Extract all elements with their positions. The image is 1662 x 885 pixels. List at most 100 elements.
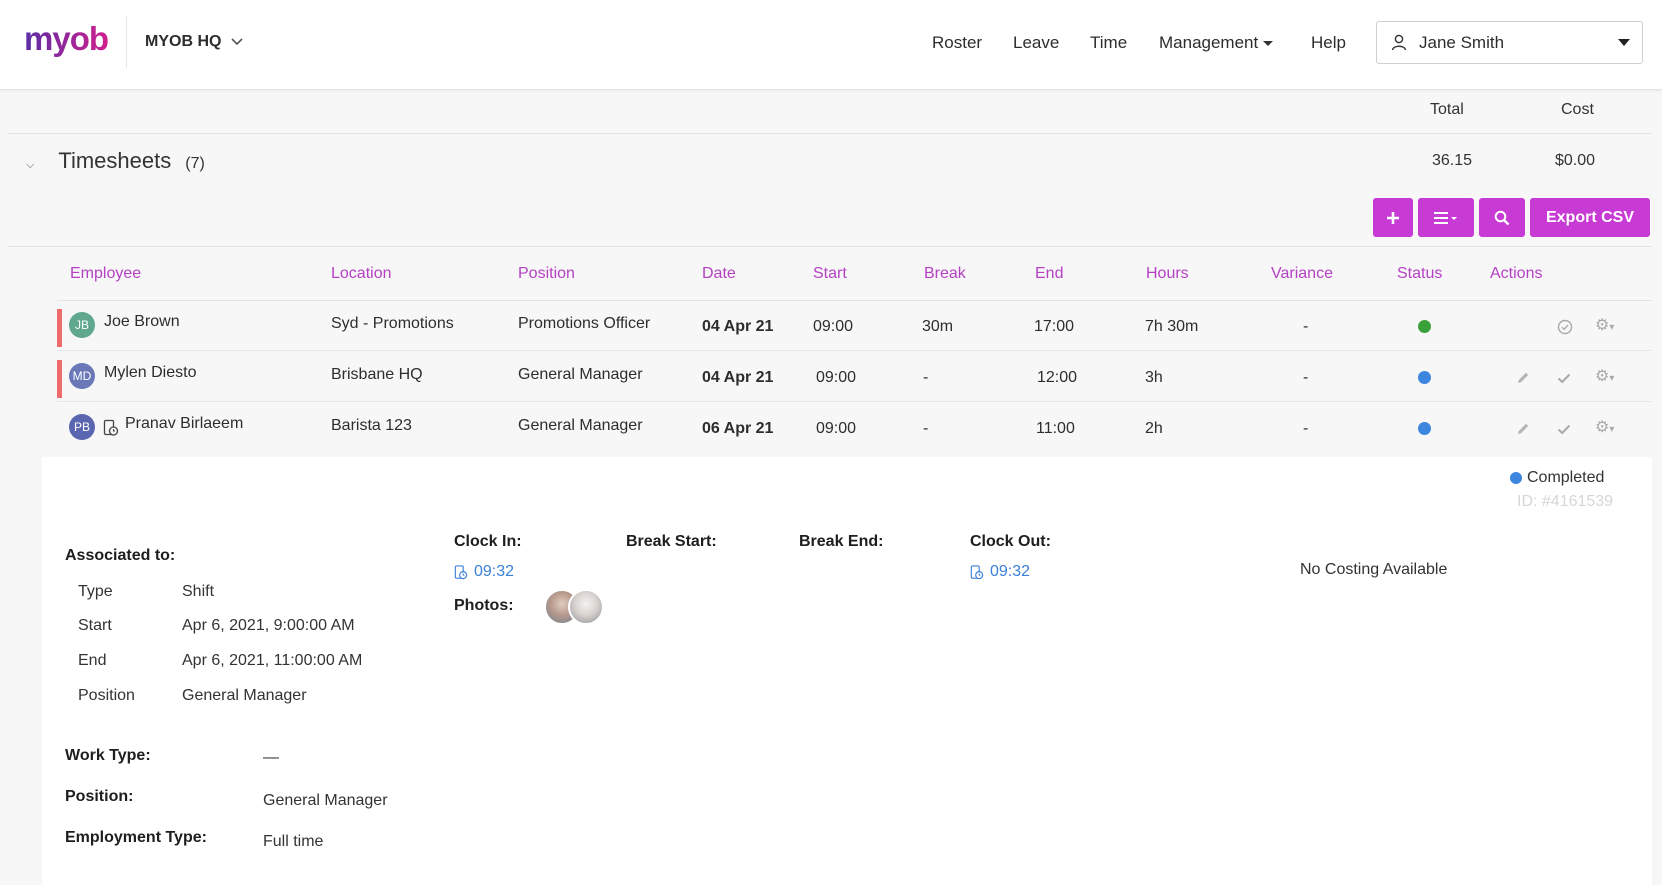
variance: -	[1303, 369, 1309, 386]
status-dot-completed	[1510, 472, 1522, 484]
total-value: 36.15	[1432, 152, 1473, 169]
list-menu-button[interactable]	[1418, 198, 1474, 237]
timesheets-title: Timesheets	[58, 148, 172, 173]
col-break[interactable]: Break	[924, 265, 966, 283]
col-variance[interactable]: Variance	[1271, 265, 1333, 283]
assoc-end-value: Apr 6, 2021, 11:00:00 AM	[182, 652, 363, 669]
col-date[interactable]: Date	[702, 265, 736, 283]
assoc-position-value: General Manager	[182, 687, 307, 704]
nav-management-label: Management	[1159, 33, 1259, 52]
clock-out-link[interactable]: 09:32	[970, 563, 1030, 581]
break-start-label: Break Start:	[626, 533, 717, 550]
status-label: Completed	[1527, 469, 1605, 486]
employee-name[interactable]: Joe Brown	[104, 313, 180, 331]
search-button[interactable]	[1479, 198, 1525, 237]
variance: -	[1303, 420, 1309, 437]
photos-label: Photos:	[454, 597, 514, 614]
timesheets-section-header[interactable]: ⌵ Timesheets (7)	[26, 148, 205, 174]
nav-management[interactable]: Management	[1159, 33, 1274, 53]
cost-header: Cost	[1561, 101, 1594, 118]
avatar: JB	[69, 312, 95, 338]
plus-icon	[1387, 211, 1399, 224]
position: General Manager	[518, 366, 643, 383]
table-row[interactable]: JB Joe Brown Syd - Promotions Promotions…	[57, 301, 1652, 351]
org-selector[interactable]: MYOB HQ	[145, 33, 244, 51]
assoc-position-key: Position	[78, 687, 135, 704]
variance: -	[1303, 318, 1309, 335]
col-status[interactable]: Status	[1397, 265, 1442, 283]
approve-check-icon[interactable]	[1556, 421, 1572, 437]
status-dot-pending	[1418, 422, 1431, 435]
user-icon	[1391, 34, 1407, 51]
position: Promotions Officer	[518, 315, 651, 332]
user-menu[interactable]: Jane Smith	[1376, 21, 1643, 64]
break-end-label: Break End:	[799, 533, 884, 550]
clock-in-link[interactable]: 09:32	[454, 563, 514, 581]
table-row[interactable]: MD Mylen Diesto Brisbane HQ General Mana…	[57, 352, 1652, 402]
col-employee[interactable]: Employee	[70, 265, 141, 283]
row-flag	[57, 360, 62, 398]
top-bar: myob MYOB HQ Roster Leave Time Managemen…	[0, 0, 1662, 90]
assoc-type-value: Shift	[182, 583, 215, 600]
nav-roster[interactable]: Roster	[932, 33, 982, 53]
cost-value: $0.00	[1555, 152, 1596, 169]
caret-down-icon	[1618, 39, 1630, 46]
clock-in-time: 09:32	[474, 563, 515, 580]
summary-divider	[8, 133, 1652, 134]
end-time: 11:00	[1036, 420, 1075, 437]
header-divider	[126, 16, 127, 68]
add-button[interactable]	[1373, 198, 1413, 237]
timesheet-detail-panel: Completed ID: #4161539 Associated to: Ty…	[42, 457, 1652, 885]
org-name: MYOB HQ	[145, 33, 222, 50]
edit-pencil-icon[interactable]	[1515, 421, 1531, 437]
col-location[interactable]: Location	[331, 265, 392, 283]
hours: 3h	[1145, 369, 1163, 386]
edit-pencil-icon[interactable]	[1515, 370, 1531, 386]
col-position[interactable]: Position	[518, 265, 575, 283]
avatar: PB	[69, 414, 95, 440]
collapse-chevron-icon[interactable]: ⌵	[26, 159, 34, 172]
associated-label: Associated to:	[65, 547, 176, 564]
position-value: General Manager	[263, 792, 388, 809]
clock-device-icon	[454, 564, 468, 579]
nav-help[interactable]: Help	[1311, 33, 1346, 53]
date: 04 Apr 21	[702, 369, 774, 386]
employee-name[interactable]: Mylen Diesto	[104, 364, 196, 382]
employee-name[interactable]: Pranav Birlaeem	[125, 415, 243, 433]
break-time: 30m	[922, 318, 954, 335]
start-time: 09:00	[813, 318, 854, 335]
settings-gear-icon[interactable]: ⚙▾	[1595, 366, 1614, 386]
col-end[interactable]: End	[1035, 265, 1063, 283]
check-circle-icon[interactable]	[1557, 319, 1573, 335]
table-row[interactable]: PB Pranav Birlaeem Barista 123 General M…	[57, 403, 1652, 453]
clock-out-label: Clock Out:	[970, 533, 1051, 550]
myob-logo[interactable]: myob	[24, 20, 109, 58]
clock-photo[interactable]	[568, 589, 604, 625]
settings-gear-icon[interactable]: ⚙▾	[1595, 417, 1614, 437]
assoc-start-value: Apr 6, 2021, 9:00:00 AM	[182, 617, 355, 634]
nav-time[interactable]: Time	[1090, 33, 1127, 53]
assoc-type-key: Type	[78, 583, 113, 600]
avatar: MD	[69, 363, 95, 389]
work-type-label: Work Type:	[65, 747, 151, 764]
export-csv-button[interactable]: Export CSV	[1530, 198, 1650, 237]
user-name: Jane Smith	[1419, 32, 1505, 52]
col-hours[interactable]: Hours	[1146, 265, 1189, 283]
col-start[interactable]: Start	[813, 265, 847, 283]
table-top-divider	[8, 246, 1652, 247]
work-type-value: —	[263, 749, 279, 766]
approve-check-icon[interactable]	[1556, 370, 1572, 386]
total-header: Total	[1430, 101, 1464, 118]
position: General Manager	[518, 417, 643, 434]
status-legend: Completed	[1510, 469, 1604, 487]
employment-type-label: Employment Type:	[65, 829, 207, 846]
break-time: -	[923, 369, 929, 386]
nav-leave[interactable]: Leave	[1013, 33, 1059, 53]
clock-device-icon	[970, 564, 984, 579]
hours: 7h 30m	[1145, 318, 1199, 335]
timesheet-id: ID: #4161539	[1517, 493, 1614, 510]
start-time: 09:00	[816, 420, 857, 437]
assoc-end-key: End	[78, 652, 107, 669]
settings-gear-icon[interactable]: ⚙▾	[1595, 315, 1614, 335]
costing-message: No Costing Available	[1300, 561, 1448, 578]
